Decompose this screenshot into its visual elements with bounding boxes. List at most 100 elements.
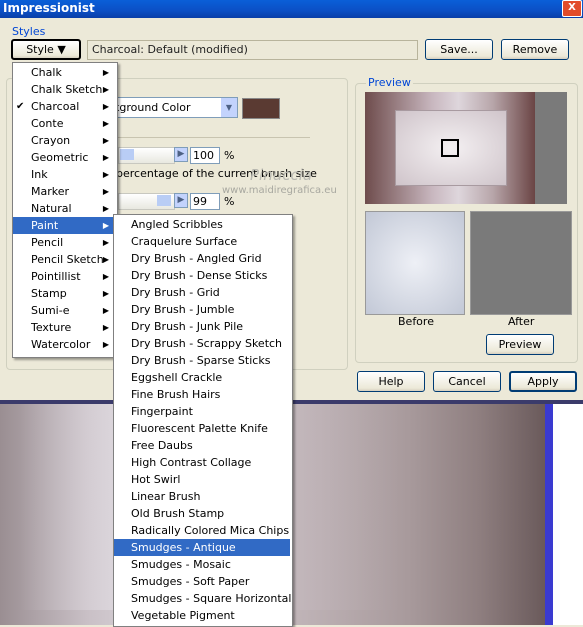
before-thumbnail bbox=[365, 211, 465, 315]
style-menu-item-label: Watercolor bbox=[31, 338, 91, 351]
preview-image bbox=[365, 92, 567, 204]
style-menu-item-label: Paint bbox=[31, 219, 59, 232]
paint-menu-item[interactable]: Dry Brush - Scrappy Sketch bbox=[114, 335, 290, 352]
style-menu-item-label: Sumi-e bbox=[31, 304, 70, 317]
submenu-arrow-icon: ▶ bbox=[102, 102, 109, 111]
paint-menu-item[interactable]: Dry Brush - Junk Pile bbox=[114, 318, 290, 335]
paint-menu-item[interactable]: Vegetable Pigment bbox=[114, 607, 290, 624]
style-menu-item[interactable]: Sumi-e ▶ bbox=[13, 302, 115, 319]
submenu-arrow-icon: ▶ bbox=[102, 204, 109, 213]
style-menu-item[interactable]: ✔ Charcoal ▶ bbox=[13, 98, 115, 115]
paint-menu-item[interactable]: Free Daubs bbox=[114, 437, 290, 454]
title-bar: Impressionist X bbox=[0, 0, 583, 18]
after-label: After bbox=[508, 315, 535, 328]
submenu-arrow-icon: ▶ bbox=[102, 170, 109, 179]
style-menu-item[interactable]: Texture ▶ bbox=[13, 319, 115, 336]
help-button[interactable]: Help bbox=[357, 371, 425, 392]
style-menu-item[interactable]: Ink ▶ bbox=[13, 166, 115, 183]
style-menu-item-label: Stamp bbox=[31, 287, 67, 300]
style-menu-item[interactable]: Pencil ▶ bbox=[13, 234, 115, 251]
paint-menu-item[interactable]: High Contrast Collage bbox=[114, 454, 290, 471]
divider bbox=[110, 137, 310, 138]
paint-menu-item[interactable]: Dry Brush - Dense Sticks bbox=[114, 267, 290, 284]
style-menu-item[interactable]: Marker ▶ bbox=[13, 183, 115, 200]
paint-menu-item[interactable]: Radically Colored Mica Chips bbox=[114, 522, 290, 539]
size-input[interactable]: 100 bbox=[190, 147, 220, 164]
paint-menu-item[interactable]: Dry Brush - Sparse Sticks bbox=[114, 352, 290, 369]
close-button[interactable]: X bbox=[562, 0, 582, 17]
color-swatch[interactable] bbox=[242, 98, 280, 119]
second-input[interactable]: 99 bbox=[190, 193, 220, 210]
submenu-arrow-icon: ▶ bbox=[102, 153, 109, 162]
submenu-arrow-icon: ▶ bbox=[102, 272, 109, 281]
paint-menu-item[interactable]: Old Brush Stamp bbox=[114, 505, 290, 522]
paint-menu-item[interactable]: Eggshell Crackle bbox=[114, 369, 290, 386]
submenu-arrow-icon: ▶ bbox=[102, 221, 109, 230]
style-menu-item-label: Natural bbox=[31, 202, 72, 215]
style-menu-item[interactable]: Chalk Sketch ▶ bbox=[13, 81, 115, 98]
style-menu-item-label: Conte bbox=[31, 117, 64, 130]
paint-menu-item[interactable]: Smudges - Antique bbox=[114, 539, 290, 556]
paint-menu-item[interactable]: Smudges - Square Horizontal bbox=[114, 590, 291, 607]
style-menu-item[interactable]: Stamp ▶ bbox=[13, 285, 115, 302]
style-button-label: Style bbox=[26, 43, 54, 56]
cancel-button[interactable]: Cancel bbox=[433, 371, 501, 392]
style-menu-item-label: Pencil Sketch bbox=[31, 253, 104, 266]
before-label: Before bbox=[398, 315, 434, 328]
submenu-arrow-icon: ▶ bbox=[102, 136, 109, 145]
style-menu-item[interactable]: Natural ▶ bbox=[13, 200, 115, 217]
paint-menu-item[interactable]: Smudges - Soft Paper bbox=[114, 573, 290, 590]
preview-button[interactable]: Preview bbox=[486, 334, 554, 355]
submenu-arrow-icon: ▶ bbox=[102, 119, 109, 128]
style-menu-item-label: Charcoal bbox=[31, 100, 80, 113]
size-slider-thumb[interactable] bbox=[120, 149, 134, 160]
submenu-arrow-icon: ▶ bbox=[102, 238, 109, 247]
save-button[interactable]: Save... bbox=[425, 39, 493, 60]
style-menu-item[interactable]: Paint ▶ bbox=[13, 217, 115, 234]
paint-menu-item[interactable]: Fluorescent Palette Knife bbox=[114, 420, 290, 437]
submenu-arrow-icon: ▶ bbox=[102, 306, 109, 315]
apply-button[interactable]: Apply bbox=[509, 371, 577, 392]
style-menu-item[interactable]: Chalk ▶ bbox=[13, 64, 115, 81]
paint-menu-item[interactable]: Linear Brush bbox=[114, 488, 290, 505]
dropdown-arrow-icon: ▼ bbox=[53, 43, 66, 56]
paint-menu-item[interactable]: Hot Swirl bbox=[114, 471, 290, 488]
paint-menu-item[interactable]: Dry Brush - Grid bbox=[114, 284, 290, 301]
paint-menu-item[interactable]: Smudges - Mosaic bbox=[114, 556, 290, 573]
submenu-arrow-icon: ▶ bbox=[102, 68, 109, 77]
chevron-down-icon[interactable]: ▼ bbox=[221, 98, 237, 117]
style-menu-item[interactable]: Pencil Sketch ▶ bbox=[13, 251, 115, 268]
paint-menu-item[interactable]: Dry Brush - Jumble bbox=[114, 301, 290, 318]
fill-dropdown[interactable]: kground Color ▼ bbox=[110, 97, 238, 118]
size-unit: % bbox=[224, 149, 235, 162]
second-unit: % bbox=[224, 195, 235, 208]
style-menu-item[interactable]: Watercolor ▶ bbox=[13, 336, 115, 353]
style-menu-item-label: Pencil bbox=[31, 236, 64, 249]
style-menu-item-label: Geometric bbox=[31, 151, 89, 164]
size-step-right-icon[interactable]: ▶ bbox=[174, 147, 188, 162]
submenu-arrow-icon: ▶ bbox=[102, 340, 109, 349]
style-menu-item[interactable]: Pointillist ▶ bbox=[13, 268, 115, 285]
preview-focus-box[interactable] bbox=[441, 139, 459, 157]
style-menu-item-label: Pointillist bbox=[31, 270, 81, 283]
remove-button[interactable]: Remove bbox=[501, 39, 569, 60]
style-menu-item-label: Chalk bbox=[31, 66, 62, 79]
paint-menu-item[interactable]: Fingerpaint bbox=[114, 403, 290, 420]
second-step-right-icon[interactable]: ▶ bbox=[174, 193, 188, 208]
style-menu-item-label: Chalk Sketch bbox=[31, 83, 103, 96]
style-menu-button[interactable]: Style ▼ bbox=[11, 39, 81, 60]
watermark-name: Pinuccia bbox=[250, 166, 313, 184]
style-menu-item[interactable]: Conte ▶ bbox=[13, 115, 115, 132]
submenu-arrow-icon: ▶ bbox=[102, 289, 109, 298]
style-menu-item[interactable]: Crayon ▶ bbox=[13, 132, 115, 149]
style-menu-item-label: Ink bbox=[31, 168, 48, 181]
styles-group-label: Styles bbox=[12, 25, 46, 38]
paint-menu-item[interactable]: Angled Scribbles bbox=[114, 216, 290, 233]
style-menu-item[interactable]: Geometric ▶ bbox=[13, 149, 115, 166]
paint-menu-item[interactable]: Craquelure Surface bbox=[114, 233, 290, 250]
paint-menu-item[interactable]: Fine Brush Hairs bbox=[114, 386, 290, 403]
second-slider-thumb[interactable] bbox=[157, 195, 171, 206]
watermark-url: www.maidiregrafica.eu bbox=[222, 185, 337, 196]
paint-menu-item[interactable]: Dry Brush - Angled Grid bbox=[114, 250, 290, 267]
style-menu-item-label: Marker bbox=[31, 185, 70, 198]
